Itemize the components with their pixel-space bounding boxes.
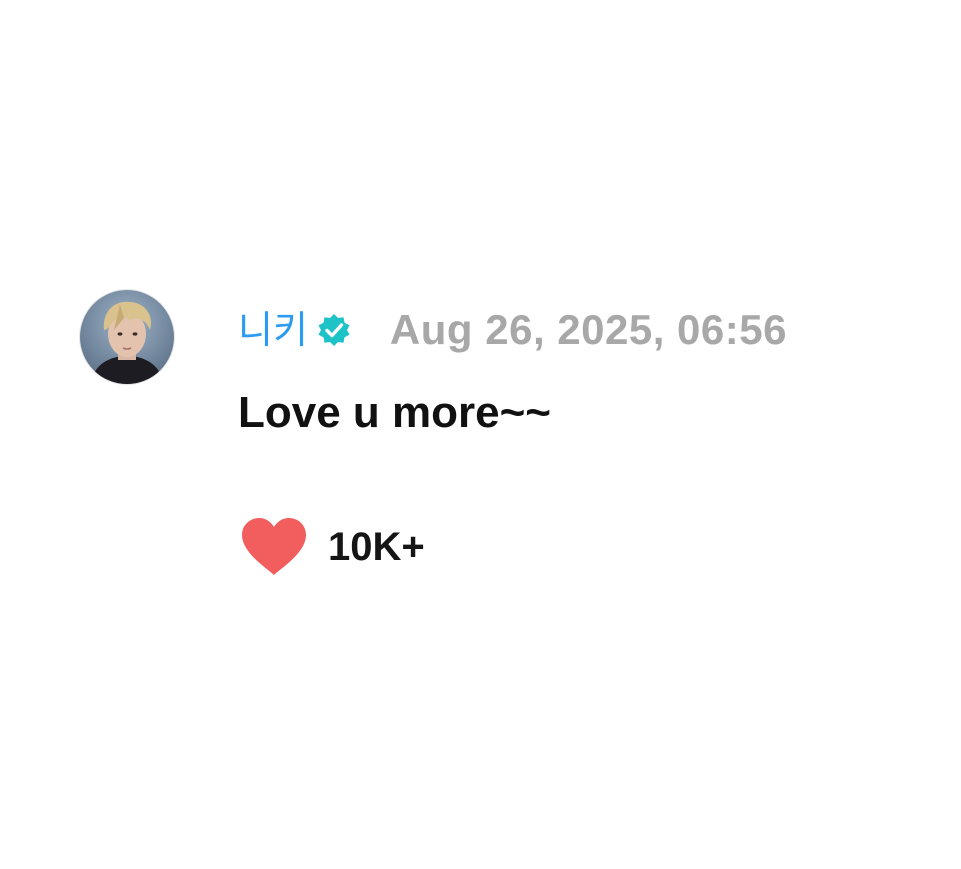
comment-text: Love u more~~	[238, 388, 552, 437]
author-name[interactable]: 니키	[238, 311, 308, 349]
comment-header: 니키 Aug 26, 2025, 06:56	[238, 304, 787, 356]
avatar[interactable]	[80, 290, 174, 384]
comment-timestamp: Aug 26, 2025, 06:56	[389, 306, 787, 353]
avatar-image	[80, 290, 174, 384]
comment-item: 니키 Aug 26, 2025, 06:56 Love u more~~ 10K…	[80, 290, 920, 590]
like-count: 10K+	[328, 524, 425, 569]
like-section: 10K+	[238, 515, 425, 579]
verified-badge-icon	[316, 312, 352, 348]
heart-icon[interactable]	[238, 515, 310, 579]
